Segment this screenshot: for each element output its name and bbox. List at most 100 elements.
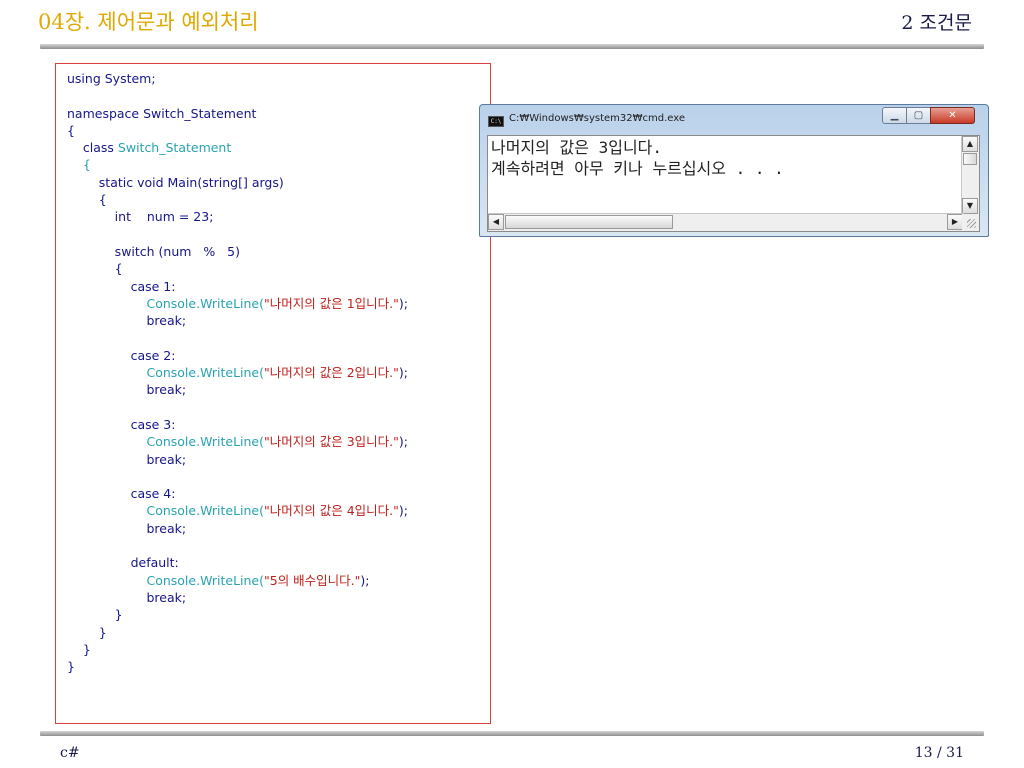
code-token: static void Main(string[] args) (67, 174, 284, 190)
code-line: } (67, 641, 408, 658)
code-line: } (67, 624, 408, 641)
code-line: } (67, 658, 408, 675)
horizontal-scroll-thumb[interactable] (505, 215, 673, 229)
cmd-icon: C:\ (488, 116, 504, 127)
console-output-line: 나머지의 값은 3입니다. (491, 138, 663, 157)
code-token: Console.WriteLine( (67, 434, 264, 450)
code-listing: using System; namespace Switch_Statement{… (55, 63, 491, 724)
code-token: ); (398, 365, 408, 381)
vertical-scroll-thumb[interactable] (963, 153, 977, 165)
code-token: class (67, 140, 118, 156)
code-line: Console.WriteLine("나머지의 값은 4입니다."); (67, 502, 408, 519)
code-token: Console.WriteLine( (67, 365, 264, 381)
code-token: Switch_Statement (117, 140, 232, 156)
minimize-button[interactable]: ▁ (882, 107, 907, 124)
console-window[interactable]: C:\ C:₩Windows₩system32₩cmd.exe ▁ ▢ ✕ 나머… (479, 104, 989, 237)
code-line: namespace Switch_Statement (67, 105, 408, 122)
code-token: { (67, 157, 91, 173)
code-line: { (67, 122, 408, 139)
code-line: } (67, 606, 408, 623)
code-line: using System; (67, 70, 408, 87)
maximize-button[interactable]: ▢ (906, 107, 931, 124)
code-line: break; (67, 381, 408, 398)
code-token: break; (67, 520, 187, 536)
code-token: default: (67, 555, 179, 571)
horizontal-scrollbar[interactable]: ◀ ▶ (488, 213, 964, 231)
code-token: case 4: (67, 486, 176, 502)
code-token: using System; (67, 71, 156, 86)
console-output-area[interactable]: 나머지의 값은 3입니다. 계속하려면 아무 키나 누르십시오 . . . ▲ … (487, 135, 980, 232)
code-line: case 3: (67, 416, 408, 433)
scroll-down-arrow-icon[interactable]: ▼ (962, 198, 978, 214)
code-token: { (67, 261, 123, 277)
code-token: namespace Switch_Statement (67, 105, 257, 121)
code-line: Console.WriteLine("나머지의 값은 2입니다."); (67, 364, 408, 381)
console-title: C:₩Windows₩system32₩cmd.exe (509, 113, 686, 124)
console-output: 나머지의 값은 3입니다. 계속하려면 아무 키나 누르십시오 . . . (491, 137, 784, 179)
code-line: Console.WriteLine("5의 배수입니다."); (67, 572, 408, 589)
code-line: { (67, 260, 408, 277)
code-token: Console.WriteLine( (67, 295, 264, 311)
code-token: break; (67, 589, 187, 605)
code-token: ); (360, 572, 370, 588)
code-line: break; (67, 312, 408, 329)
code-token: Console.WriteLine( (67, 503, 264, 519)
console-titlebar[interactable]: C:\ C:₩Windows₩system32₩cmd.exe ▁ ▢ ✕ (480, 105, 988, 135)
resize-grip-icon[interactable] (962, 214, 979, 231)
code-token: { (67, 122, 75, 138)
vertical-scrollbar[interactable]: ▲ ▼ (961, 136, 979, 214)
code-token: ); (398, 503, 408, 519)
scroll-right-arrow-icon[interactable]: ▶ (947, 214, 963, 230)
code-line: default: (67, 554, 408, 571)
code-line: Console.WriteLine("나머지의 값은 1입니다."); (67, 295, 408, 312)
code-token: } (67, 607, 123, 623)
scroll-left-arrow-icon[interactable]: ◀ (488, 214, 504, 230)
code-token: "나머지의 값은 1입니다." (264, 295, 399, 311)
scroll-up-arrow-icon[interactable]: ▲ (962, 136, 978, 152)
console-output-line: 계속하려면 아무 키나 누르십시오 . . . (491, 159, 784, 178)
code-token: "나머지의 값은 3입니다." (264, 434, 399, 450)
code-token: "나머지의 값은 2입니다." (264, 365, 399, 381)
code-line: case 1: (67, 278, 408, 295)
section-title: 2 조건문 (901, 12, 972, 34)
code-token: switch (num % 5) (67, 243, 241, 259)
code-line: break; (67, 520, 408, 537)
code-token: break; (67, 313, 187, 329)
code-line: int num = 23; (67, 208, 408, 225)
code-line: case 4: (67, 485, 408, 502)
close-button[interactable]: ✕ (930, 107, 975, 124)
code-line: Console.WriteLine("나머지의 값은 3입니다."); (67, 433, 408, 450)
code-line: static void Main(string[] args) (67, 174, 408, 191)
header-divider (40, 44, 984, 49)
code-token: } (67, 624, 107, 640)
code-token: Console.WriteLine( (67, 572, 264, 588)
code-token: ); (398, 295, 408, 311)
code-line: case 2: (67, 347, 408, 364)
code-lines: using System; namespace Switch_Statement{… (67, 70, 408, 675)
code-token: case 1: (67, 278, 176, 294)
footer-course: c# (60, 745, 80, 761)
code-token: "5의 배수입니다." (264, 572, 361, 588)
code-token: break; (67, 382, 187, 398)
code-line: break; (67, 451, 408, 468)
code-token: ); (398, 434, 408, 450)
code-token: } (67, 659, 75, 675)
footer-divider (40, 731, 984, 736)
code-token: } (67, 641, 91, 657)
code-line: class Switch_Statement (67, 139, 408, 156)
code-token: case 2: (67, 347, 176, 363)
page-number: 13 / 31 (914, 745, 964, 761)
code-token: "나머지의 값은 4입니다." (264, 503, 399, 519)
code-token: case 3: (67, 416, 176, 432)
code-line: switch (num % 5) (67, 243, 408, 260)
code-token: int num = 23; (67, 209, 214, 225)
code-token: break; (67, 451, 187, 467)
code-token: { (67, 192, 107, 208)
code-line: break; (67, 589, 408, 606)
